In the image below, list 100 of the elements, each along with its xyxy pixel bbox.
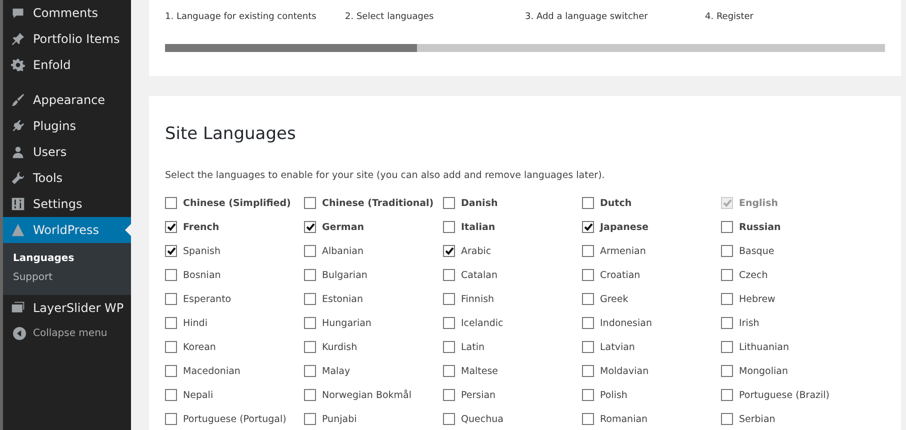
language-label: Irish [739,318,760,328]
sidebar-item[interactable]: Users [3,139,131,165]
language-checkbox[interactable] [443,221,455,233]
language-label: Bulgarian [322,270,368,280]
language-checkbox[interactable] [443,389,455,401]
language-label: Chinese (Traditional) [322,198,434,208]
language-checkbox[interactable] [721,245,733,257]
pyramid-icon [11,223,25,237]
collapse-icon [13,327,26,340]
language-checkbox[interactable] [721,341,733,353]
language-checkbox[interactable] [165,389,177,401]
collapse-menu-button[interactable]: Collapse menu [3,321,131,340]
checkmark-icon [584,223,592,231]
language-checkbox[interactable] [443,413,455,425]
language-checkbox[interactable] [304,341,316,353]
language-label: Czech [739,270,768,280]
sidebar-item[interactable]: Comments [3,0,131,26]
language-label: Chinese (Simplified) [183,198,291,208]
language-label: Russian [739,222,781,232]
language-label: Moldavian [600,366,649,376]
language-checkbox[interactable] [304,269,316,281]
user-icon [11,145,25,159]
language-checkbox[interactable] [443,341,455,353]
language-checkbox[interactable] [721,293,733,305]
language-label: Greek [600,294,628,304]
language-checkbox[interactable] [165,245,177,257]
language-label: Indonesian [600,318,652,328]
language-label: Hungarian [322,318,372,328]
language-checkbox[interactable] [582,197,594,209]
language-checkbox[interactable] [721,221,733,233]
language-label: Polish [600,390,628,400]
wrench-icon [11,171,25,185]
language-checkbox[interactable] [304,197,316,209]
language-checkbox[interactable] [582,245,594,257]
language-checkbox[interactable] [304,293,316,305]
language-checkbox[interactable] [721,365,733,377]
checkmark-icon [166,247,176,255]
language-label: Norwegian Bokmål [322,390,412,400]
language-checkbox[interactable] [443,317,455,329]
language-label: Punjabi [322,414,357,424]
language-checkbox[interactable] [165,269,177,281]
language-checkbox[interactable] [304,413,316,425]
language-checkbox[interactable] [582,221,594,233]
language-checkbox[interactable] [165,413,177,425]
language-checkbox[interactable] [582,341,594,353]
language-checkbox[interactable] [443,293,455,305]
language-checkbox[interactable] [582,293,594,305]
sidebar-item[interactable]: Tools [3,165,131,191]
language-label: Maltese [461,366,498,376]
language-checkbox[interactable] [443,269,455,281]
language-checkbox[interactable] [721,269,733,281]
language-checkbox[interactable] [165,221,177,233]
language-label: Dutch [600,198,632,208]
submenu-item[interactable]: Languages [3,249,131,268]
comment-icon [11,6,25,20]
language-label: Finnish [461,294,494,304]
language-checkbox[interactable] [304,221,316,233]
sidebar-item[interactable]: Appearance [3,87,131,113]
language-label: Arabic [461,246,492,256]
language-label: Albanian [322,246,364,256]
language-checkbox[interactable] [165,317,177,329]
sidebar-item[interactable]: WorldPress [3,217,131,243]
language-checkbox[interactable] [165,365,177,377]
section-description: Select the languages to enable for your site (you can also add and remove languages later). [165,170,606,181]
language-checkbox[interactable] [304,389,316,401]
language-checkbox[interactable] [721,389,733,401]
language-label: Esperanto [183,294,232,304]
wizard-step: 2. Select languages [345,12,525,22]
language-checkbox[interactable] [443,365,455,377]
language-label: Italian [461,222,496,232]
language-label: Catalan [461,270,498,280]
language-checkbox[interactable] [582,413,594,425]
sidebar-item[interactable]: Portfolio Items [3,26,131,52]
language-checkbox[interactable] [721,317,733,329]
sidebar-item[interactable]: Settings [3,191,131,217]
sidebar-item[interactable]: Plugins [3,113,131,139]
language-label: Quechua [461,414,504,424]
submenu-item[interactable]: Support [3,268,131,287]
language-checkbox[interactable] [165,197,177,209]
language-checkbox[interactable] [165,341,177,353]
language-label: Japanese [600,222,648,232]
language-checkbox[interactable] [721,413,733,425]
sidebar-item[interactable]: LayerSlider WP [3,295,131,321]
sidebar-item[interactable]: Enfold [3,52,131,87]
checkmark-icon [444,247,454,255]
language-label: Hebrew [739,294,776,304]
language-checkbox[interactable] [304,317,316,329]
language-checkbox[interactable] [582,317,594,329]
language-label: Mongolian [739,366,788,376]
language-checkbox[interactable] [443,197,455,209]
language-checkbox[interactable] [582,269,594,281]
wizard-step: 1. Language for existing contents [165,12,345,22]
language-label: Bosnian [183,270,221,280]
language-checkbox[interactable] [165,293,177,305]
language-checkbox[interactable] [443,245,455,257]
language-checkbox[interactable] [582,365,594,377]
language-checkbox[interactable] [304,365,316,377]
sliders-icon [11,197,25,211]
language-checkbox[interactable] [582,389,594,401]
language-checkbox[interactable] [304,245,316,257]
